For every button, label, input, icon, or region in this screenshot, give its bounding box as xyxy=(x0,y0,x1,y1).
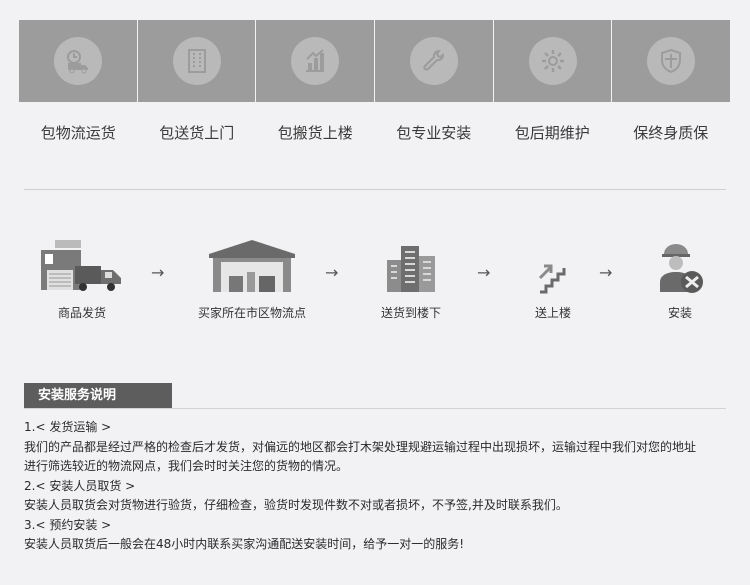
stairs-chart-icon xyxy=(291,37,340,85)
service-label: 包专业安装 xyxy=(396,124,472,142)
install-notes: 1.< 发货运输 > 我们的产品都是经过严格的检查后才发货，对偏远的地区都会打木… xyxy=(24,418,734,555)
shield-icon xyxy=(647,37,696,85)
flow-step-label: 安装 xyxy=(667,306,692,320)
section-title: 安装服务说明 xyxy=(24,383,172,409)
service-tile-warranty xyxy=(612,20,731,102)
service-label: 包搬货上楼 xyxy=(277,124,353,142)
flow-step-label: 送货到楼下 xyxy=(380,306,441,320)
service-label: 包物流运货 xyxy=(40,124,116,142)
wrench-icon xyxy=(409,37,458,85)
installer-icon xyxy=(600,236,750,294)
section-divider xyxy=(24,189,726,190)
section-title-underline xyxy=(24,408,726,409)
note-text: 进行筛选较近的物流网点，我们会时时关注您的货物的情况。 xyxy=(24,459,349,473)
flow-step-downstairs: 送货到楼下 xyxy=(331,236,491,321)
flow-step-install: 安装 xyxy=(600,236,750,321)
gear-icon xyxy=(528,37,577,85)
delivery-flow: 商品发货 → 买家所在市区物流点 → 送货到楼下 → 送上楼 → 安装 xyxy=(0,236,750,326)
warehouse-icon xyxy=(172,236,332,294)
note-text: 安装人员取货后一般会在48小时内联系买家沟通配送安装时间，给予一对一的服务! xyxy=(24,537,465,551)
service-label: 保终身质保 xyxy=(633,124,709,142)
service-label: 包后期维护 xyxy=(514,124,590,142)
buildings-icon xyxy=(331,236,491,294)
service-tile-install xyxy=(375,20,494,102)
flow-step-ship: 商品发货 xyxy=(2,236,162,321)
service-labels: 包物流运货 包送货上门 包搬货上楼 包专业安装 包后期维护 保终身质保 xyxy=(19,122,730,143)
flow-step-label: 商品发货 xyxy=(57,306,106,320)
service-label: 包送货上门 xyxy=(159,124,235,142)
service-tile-carry-upstairs xyxy=(256,20,376,102)
service-tile-logistics xyxy=(19,20,138,102)
warehouse-truck-icon xyxy=(2,236,162,294)
flow-arrow-icon: → xyxy=(151,263,165,282)
flow-step-label: 买家所在市区物流点 xyxy=(197,306,306,320)
note-text: 我们的产品都是经过严格的检查后才发货，对偏远的地区都会打木架处理规避运输过程中出… xyxy=(24,439,697,454)
clock-truck-icon xyxy=(53,37,102,85)
flow-step-logistics-point: 买家所在市区物流点 xyxy=(172,236,332,321)
service-tile-delivery xyxy=(137,20,257,102)
note-heading: 1.< 发货运输 > xyxy=(24,420,112,434)
note-heading: 2.< 安装人员取货 > xyxy=(24,478,136,493)
service-tile-maintenance xyxy=(493,20,613,102)
building-icon xyxy=(172,37,221,85)
service-icon-strip xyxy=(19,20,731,102)
note-text: 安装人员取货会对货物进行验货，仔细检查，验货时发现件数不对或者损坏，不予签,并及… xyxy=(24,498,568,512)
note-heading: 3.< 预约安装 > xyxy=(24,517,112,532)
